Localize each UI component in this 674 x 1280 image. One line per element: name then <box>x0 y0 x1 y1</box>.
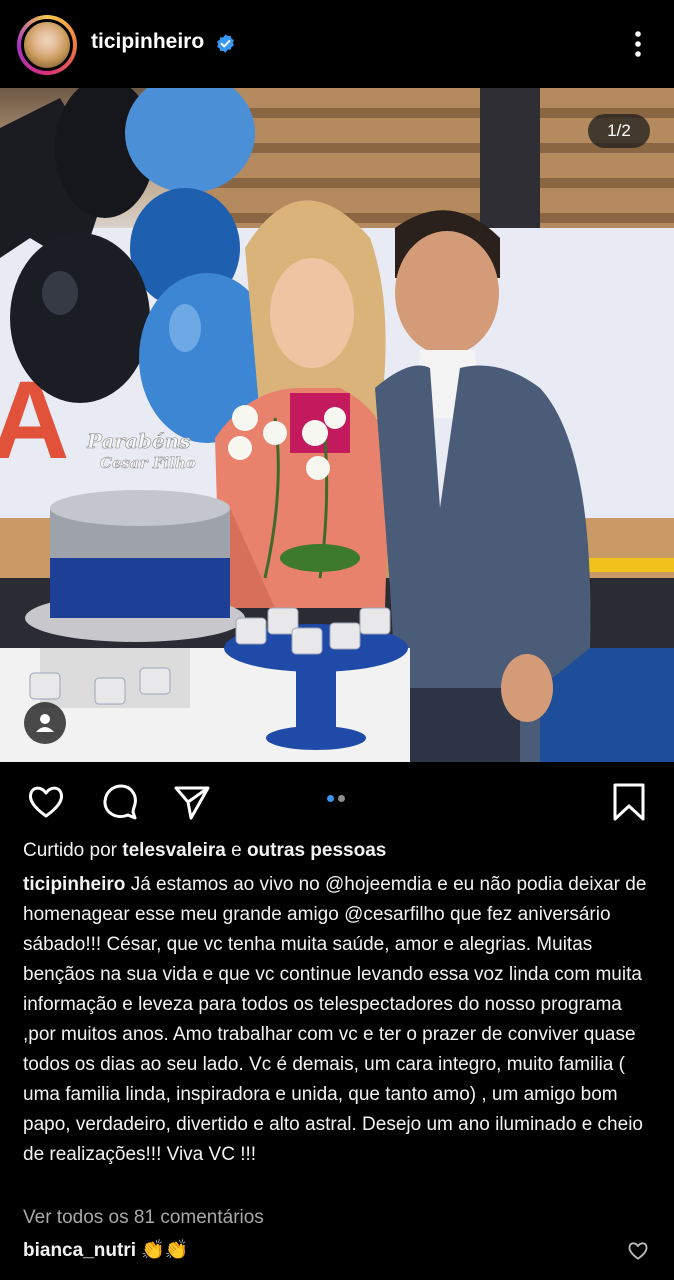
user-tag-button[interactable] <box>24 702 66 744</box>
likes-middle: e <box>225 840 247 861</box>
bookmark-icon[interactable] <box>609 782 649 822</box>
slide-counter: 1/2 <box>588 114 650 148</box>
more-vertical-icon[interactable] <box>626 28 650 60</box>
user-tag-icon <box>36 714 54 732</box>
post-username[interactable]: ticipinheiro <box>91 30 204 54</box>
action-bar <box>0 762 674 836</box>
comment-bubble-icon[interactable] <box>100 782 140 822</box>
likes-prefix: Curtido por <box>23 840 123 861</box>
avatar[interactable] <box>21 19 73 71</box>
caption-text: Já estamos ao vivo no @hojeemdia e eu nã… <box>23 874 647 1165</box>
cake-topper-line1: Parabéns <box>86 429 190 453</box>
post-caption: ticipinheiro Já estamos ao vivo no @hoje… <box>23 870 657 1170</box>
comment-item: bianca_nutri 👏👏 <box>23 1238 189 1262</box>
comment-username[interactable]: bianca_nutri <box>23 1240 136 1261</box>
photo-scene: A Parabéns Cesar Filho <box>0 88 674 762</box>
post-photo[interactable]: A Parabéns Cesar Filho 1/2 <box>0 88 674 762</box>
likes-user[interactable]: telesvaleira <box>122 840 226 861</box>
comment-text: 👏👏 <box>141 1240 189 1261</box>
likes-line: Curtido por telesvaleira e outras pessoa… <box>23 840 386 862</box>
carousel-dot-active <box>327 795 334 802</box>
heart-icon[interactable] <box>26 782 66 822</box>
caption-username[interactable]: ticipinheiro <box>23 874 125 895</box>
cake-topper-line2: Cesar Filho <box>100 454 196 472</box>
view-all-comments-link[interactable]: Ver todos os 81 comentários <box>23 1207 264 1229</box>
post-header: ticipinheiro <box>0 0 674 88</box>
likes-others[interactable]: outras pessoas <box>247 840 386 861</box>
verified-badge-icon <box>217 34 234 53</box>
paper-plane-icon[interactable] <box>172 782 212 822</box>
carousel-dot <box>338 795 345 802</box>
comment-like-icon[interactable] <box>627 1240 649 1262</box>
